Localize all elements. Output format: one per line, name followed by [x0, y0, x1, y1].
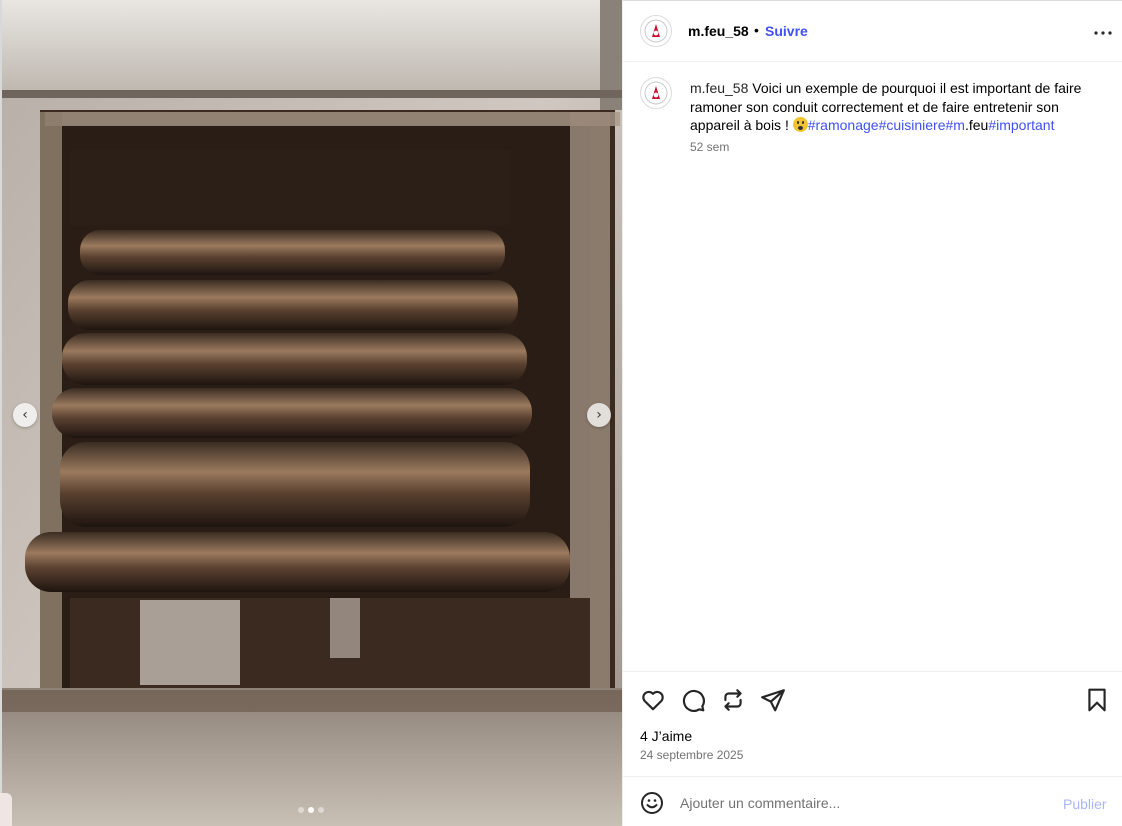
carousel-dot-active — [308, 807, 314, 813]
send-icon[interactable] — [760, 687, 786, 713]
hashtag-link[interactable]: #ramonage — [808, 117, 879, 133]
post-username[interactable]: m.feu_58 — [688, 23, 749, 39]
hashtag-link[interactable]: #cuisiniere — [879, 117, 946, 133]
smiley-icon[interactable] — [640, 791, 664, 815]
caption-avatar[interactable] — [640, 77, 672, 109]
more-horizontal-icon — [1094, 31, 1112, 35]
hashtag-link[interactable]: #important — [988, 117, 1054, 133]
comment-input[interactable] — [680, 792, 1050, 814]
carousel-indicator — [298, 807, 324, 813]
follow-button[interactable]: Suivre — [765, 23, 808, 39]
comment-icon[interactable] — [680, 687, 706, 713]
scream-emoji-icon — [792, 117, 808, 132]
carousel-dot — [318, 807, 324, 813]
bookmark-icon[interactable] — [1084, 687, 1110, 713]
carousel-next-button[interactable]: › — [587, 403, 611, 427]
avatar[interactable] — [640, 15, 672, 47]
more-options-button[interactable] — [1091, 21, 1115, 45]
post-date: 24 septembre 2025 — [640, 748, 744, 762]
logo-icon — [644, 81, 668, 105]
likes-count[interactable]: 4 J’aime — [640, 728, 692, 744]
corner-tab — [0, 793, 12, 826]
carousel-dot — [298, 807, 304, 813]
separator-dot: • — [754, 22, 759, 38]
media-edge — [0, 0, 2, 826]
post-photo — [0, 0, 622, 826]
comment-bar: Publier — [623, 776, 1122, 826]
caption-area: m.feu_58 Voici un exemple de pourquoi il… — [623, 62, 1122, 671]
post-header: m.feu_58 • Suivre — [623, 0, 1122, 62]
chevron-right-icon: › — [596, 407, 602, 423]
chevron-left-icon: ‹ — [22, 407, 28, 423]
logo-icon — [644, 19, 668, 43]
caption-age[interactable]: 52 sem — [690, 140, 729, 154]
hashtag-link[interactable]: #m — [946, 117, 965, 133]
caption-fragment: .feu — [964, 117, 989, 133]
caption-username[interactable]: m.feu_58 — [690, 80, 748, 96]
repost-icon[interactable] — [720, 687, 746, 713]
publish-button[interactable]: Publier — [1063, 796, 1107, 812]
post-media: ‹ › — [0, 0, 622, 826]
action-bar: 4 J’aime 24 septembre 2025 — [623, 671, 1122, 776]
caption-text: m.feu_58 Voici un exemple de pourquoi il… — [690, 79, 1110, 135]
heart-icon[interactable] — [640, 687, 666, 713]
post-panel: m.feu_58 • Suivre m.feu_58 Voici un exem… — [622, 0, 1122, 826]
carousel-prev-button[interactable]: ‹ — [13, 403, 37, 427]
